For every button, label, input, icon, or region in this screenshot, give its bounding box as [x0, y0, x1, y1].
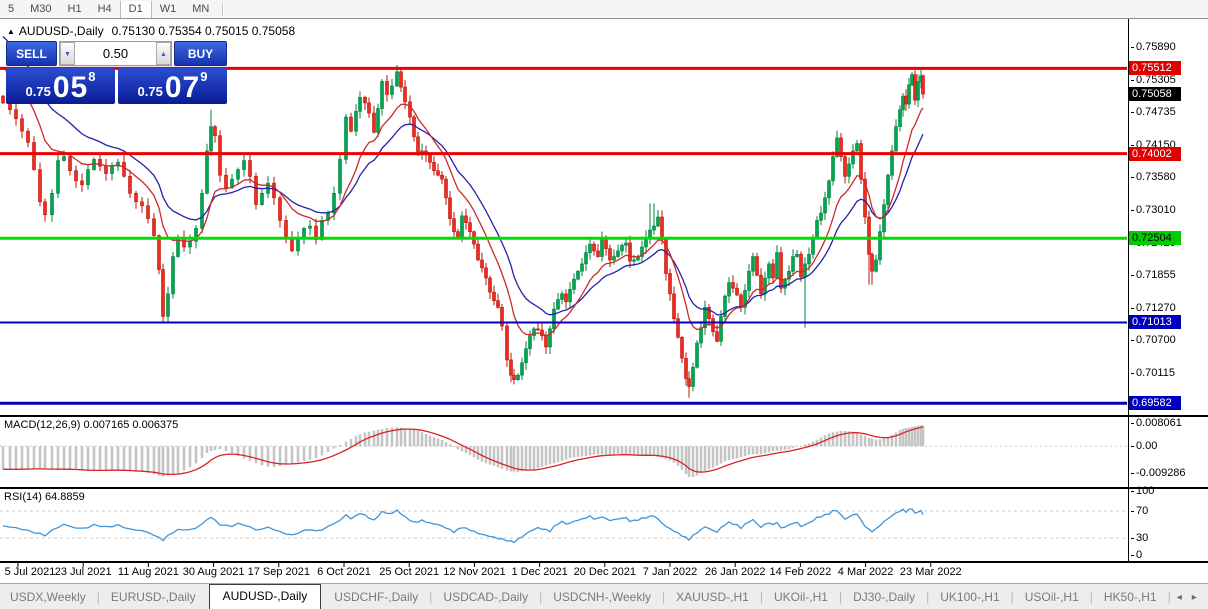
- date-axis-label: 7 Jan 2022: [643, 566, 697, 578]
- chart-tab-bar: USDX,Weekly|EURUSD-,DailyAUDUSD-,DailyUS…: [0, 583, 1208, 609]
- chart-tab-uk100-h1[interactable]: UK100-,H1: [930, 586, 1009, 609]
- macd-axis-tick: 0.00: [1136, 440, 1157, 452]
- volume-decrease-button[interactable]: ▼: [60, 42, 75, 65]
- timeframe-button-h1[interactable]: H1: [60, 1, 90, 18]
- chart-tab-ukoil-h1[interactable]: UKOil-,H1: [764, 586, 838, 609]
- chart-tab-hk50-h1[interactable]: HK50-,H1: [1094, 586, 1167, 609]
- price-axis-tick: 0.73580: [1136, 171, 1176, 183]
- date-axis-label: 25 Oct 2021: [379, 566, 439, 578]
- timeframe-button-h4[interactable]: H4: [90, 1, 120, 18]
- timeframe-button-5[interactable]: 5: [0, 1, 22, 18]
- date-axis-label: 17 Sep 2021: [248, 566, 310, 578]
- date-axis-label: 23 Mar 2022: [900, 566, 962, 578]
- date-axis-label: 1 Dec 2021: [511, 566, 567, 578]
- date-axis-label: 5 Jul 2021: [5, 566, 56, 578]
- trading-app-window: 5M30H1H4D1W1MN ▲ AUDUSD-,Daily 0.75130 0.7…: [0, 0, 1208, 609]
- macd-indicator-label: MACD(12,26,9) 0.007165 0.006375: [4, 419, 178, 431]
- date-axis-label: 20 Dec 2021: [574, 566, 636, 578]
- date-axis-label: 30 Aug 2021: [183, 566, 245, 578]
- rsi-axis-tick: 70: [1136, 505, 1148, 517]
- volume-box: ▼ ▲: [59, 41, 172, 66]
- macd-axis-tick: 0.008061: [1136, 417, 1182, 429]
- rsi-indicator-label: RSI(14) 64.8859: [4, 491, 85, 503]
- buy-button[interactable]: BUY: [174, 41, 227, 66]
- sell-price-big: 05: [53, 74, 88, 102]
- price-axis-tick: 0.70700: [1136, 334, 1176, 346]
- buy-price-big: 07: [165, 74, 200, 102]
- price-axis-tick: 0.73010: [1136, 204, 1176, 216]
- chart-ohlc-values: 0.75130 0.75354 0.75015 0.75058: [112, 24, 296, 38]
- chart-tab-xauusd-h1[interactable]: XAUUSD-,H1: [666, 586, 759, 609]
- price-badge-0.69582: 0.69582: [1129, 396, 1181, 410]
- price-badge-0.72504: 0.72504: [1129, 231, 1181, 245]
- chart-tab-usdcad-daily[interactable]: USDCAD-,Daily: [433, 586, 538, 609]
- price-axis-tick: 0.71855: [1136, 269, 1176, 281]
- macd-axis-tick: -0.009286: [1136, 467, 1186, 479]
- date-axis-label: 11 Aug 2021: [118, 566, 179, 578]
- buy-quote-panel[interactable]: 0.75 07 9: [118, 68, 227, 104]
- sell-price-main: 0.75: [26, 82, 51, 102]
- chart-tab-usdx-weekly[interactable]: USDX,Weekly: [0, 586, 96, 609]
- price-axis-tick: 0.75890: [1136, 41, 1176, 53]
- chart-tab-usoil-h1[interactable]: USOil-,H1: [1015, 586, 1089, 609]
- buy-price-pip: 9: [200, 69, 207, 84]
- price-axis-tick: 0.71270: [1136, 302, 1176, 314]
- date-axis-label: 6 Oct 2021: [317, 566, 371, 578]
- chart-tab-eurusd-daily[interactable]: EURUSD-,Daily: [101, 586, 206, 609]
- chart-symbol-label: AUDUSD-,Daily: [19, 24, 104, 38]
- volume-input[interactable]: [75, 42, 156, 65]
- sell-quote-panel[interactable]: 0.75 05 8: [6, 68, 115, 104]
- pane-resize-handle-bottom[interactable]: [0, 561, 1208, 563]
- sell-button[interactable]: SELL: [6, 41, 57, 66]
- price-axis-tick: 0.75305: [1136, 74, 1176, 86]
- price-badge-0.74002: 0.74002: [1129, 147, 1181, 161]
- timeframe-button-d1[interactable]: D1: [120, 1, 152, 18]
- volume-increase-button[interactable]: ▲: [156, 42, 171, 65]
- date-axis-label: 4 Mar 2022: [838, 566, 894, 578]
- collapse-arrow-icon[interactable]: ▲: [7, 27, 15, 36]
- date-axis-label: 12 Nov 2021: [443, 566, 505, 578]
- rsi-axis-tick: 30: [1136, 532, 1148, 544]
- buy-price-main: 0.75: [138, 82, 163, 102]
- toolbar-separator: [222, 3, 223, 16]
- pane-resize-handle-macd[interactable]: [0, 415, 1208, 417]
- price-axis-tick: 0.74735: [1136, 106, 1176, 118]
- pane-resize-handle-rsi[interactable]: [0, 487, 1208, 489]
- chart-tab-dj30-daily[interactable]: DJ30-,Daily: [843, 586, 925, 609]
- one-click-trade-panel: SELL ▼ ▲ BUY 0.75 05 8 0.75 07 9: [6, 41, 227, 104]
- timeframe-toolbar: 5M30H1H4D1W1MN: [0, 0, 1208, 19]
- price-axis-tick: 0.70115: [1136, 367, 1175, 379]
- date-axis-label: 14 Feb 2022: [770, 566, 832, 578]
- tab-scroll-left-button[interactable]: ◂: [1172, 592, 1187, 609]
- price-badge-0.71013: 0.71013: [1129, 315, 1181, 329]
- date-axis-label: 23 Jul 2021: [55, 566, 112, 578]
- tab-scroll-right-button[interactable]: ▸: [1187, 592, 1202, 609]
- rsi-axis-tick: 0: [1136, 549, 1142, 561]
- chart-tab-usdcnh-weekly[interactable]: USDCNH-,Weekly: [543, 586, 661, 609]
- timeframe-button-w1[interactable]: W1: [152, 1, 185, 18]
- price-axis[interactable]: 0.758900.753050.747350.741500.735800.730…: [1128, 19, 1208, 563]
- date-axis-label: 26 Jan 2022: [705, 566, 766, 578]
- price-badge-0.75058: 0.75058: [1129, 87, 1181, 101]
- timeframe-button-m30[interactable]: M30: [22, 1, 59, 18]
- chart-tab-audusd-daily[interactable]: AUDUSD-,Daily: [209, 584, 322, 609]
- chart-tab-usdchf-daily[interactable]: USDCHF-,Daily: [324, 586, 428, 609]
- timeframe-button-mn[interactable]: MN: [184, 1, 217, 18]
- chart-title: ▲ AUDUSD-,Daily 0.75130 0.75354 0.75015 0.…: [7, 24, 295, 38]
- sell-price-pip: 8: [88, 69, 95, 84]
- price-badge-0.75512: 0.75512: [1129, 61, 1181, 75]
